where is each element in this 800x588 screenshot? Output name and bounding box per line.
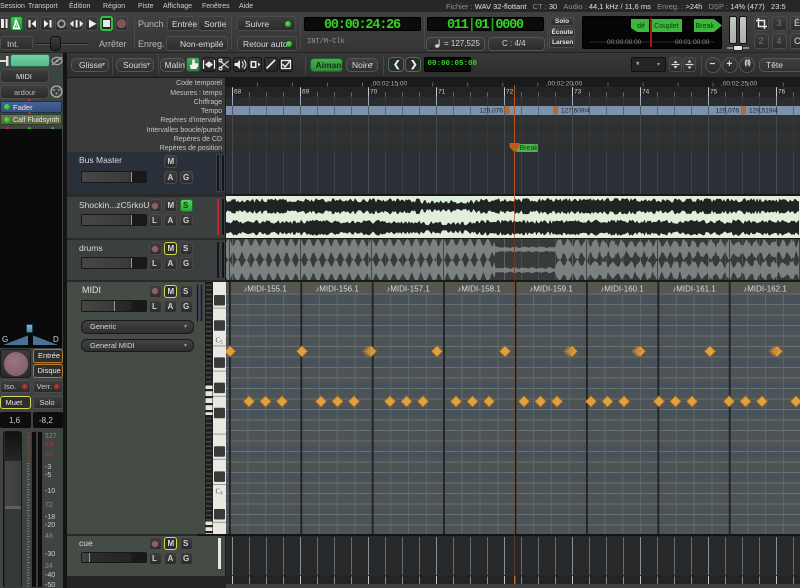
svg-text:D: D [53,335,59,344]
svg-text:♪MIDI-158.1: ♪MIDI-158.1 [457,284,501,293]
svg-text:,00:02:20:00: ,00:02:20:00 [546,80,583,87]
svg-text:76: 76 [778,89,786,96]
svg-text:71: 71 [438,89,446,96]
svg-text:♪MIDI-155.1: ♪MIDI-155.1 [243,284,287,293]
svg-text:70: 70 [370,89,378,96]
svg-text:74: 74 [642,89,650,96]
svg-text:dé: dé [637,21,645,30]
svg-text:Break: Break [696,21,715,30]
svg-text:69: 69 [302,89,310,96]
svg-text:00:01:00:00: 00:01:00:00 [675,39,710,46]
svg-text:129,076: 129,076 [480,107,504,114]
svg-text:00:00:00:00: 00:00:00:00 [607,39,642,46]
svg-text:,00:02:15:00: ,00:02:15:00 [371,80,408,87]
svg-text:72: 72 [506,89,514,96]
svg-text:75: 75 [710,89,718,96]
svg-text:♪MIDI-157.1: ♪MIDI-157.1 [386,284,430,293]
svg-text:♪MIDI-159.1: ♪MIDI-159.1 [529,284,573,293]
svg-text:♪MIDI-156.1: ♪MIDI-156.1 [315,284,359,293]
svg-text:G: G [2,335,8,344]
svg-text:68: 68 [234,89,242,96]
svg-text:73: 73 [574,89,582,96]
svg-text:C5: C5 [216,336,224,345]
svg-text:129,076: 129,076 [716,107,740,114]
svg-text:♪MIDI-162.1: ♪MIDI-162.1 [743,284,787,293]
svg-text:♪MIDI-161.1: ♪MIDI-161.1 [672,284,716,293]
svg-text:♪MIDI-160.1: ♪MIDI-160.1 [600,284,644,293]
svg-text:129,519/4: 129,519/4 [749,107,778,114]
svg-text:127,609/4: 127,609/4 [561,107,590,114]
svg-text:Couplet: Couplet [654,21,679,30]
svg-text:C4: C4 [216,487,224,496]
svg-text:,00:02:25:00: ,00:02:25:00 [721,80,758,87]
